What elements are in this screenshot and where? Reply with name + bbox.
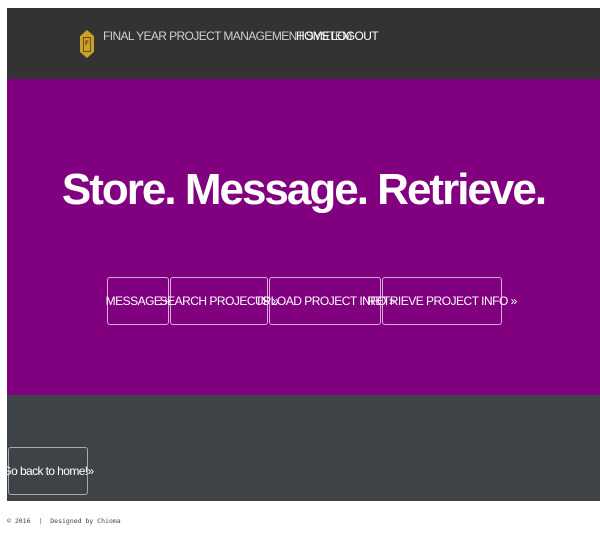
hexagon-logo-icon[interactable]: F (80, 30, 94, 58)
nav-home-link[interactable]: HOME (296, 29, 330, 43)
hero-section: Store. Message. Retrieve. MESSAGE » SEAR… (7, 79, 600, 395)
go-back-home-button[interactable]: Go back to home!» (2, 447, 94, 495)
lower-section: Go back to home!» (2, 395, 600, 501)
top-border (0, 0, 600, 8)
footer-credit: Designed by Chioma (50, 517, 121, 525)
footer-copyright: © 2016 (7, 517, 31, 525)
logo-letter: F (83, 36, 91, 52)
navbar: F FINAL YEAR PROJECT MANAGEMENT SYSTEM H… (7, 8, 600, 79)
footer-separator: | (38, 517, 43, 525)
upload-project-info-button[interactable]: UPLOAD PROJECT INFO » (255, 277, 396, 325)
retrieve-project-info-button[interactable]: RETRIEVE PROJECT INFO » (367, 277, 517, 325)
search-projects-button[interactable]: SEARCH PROJECTS » (160, 277, 279, 325)
nav-logout-link[interactable]: LOGOUT (331, 29, 379, 43)
hero-title: Store. Message. Retrieve. (61, 165, 547, 214)
footer: © 2016 | Designed by Chioma (7, 517, 121, 525)
